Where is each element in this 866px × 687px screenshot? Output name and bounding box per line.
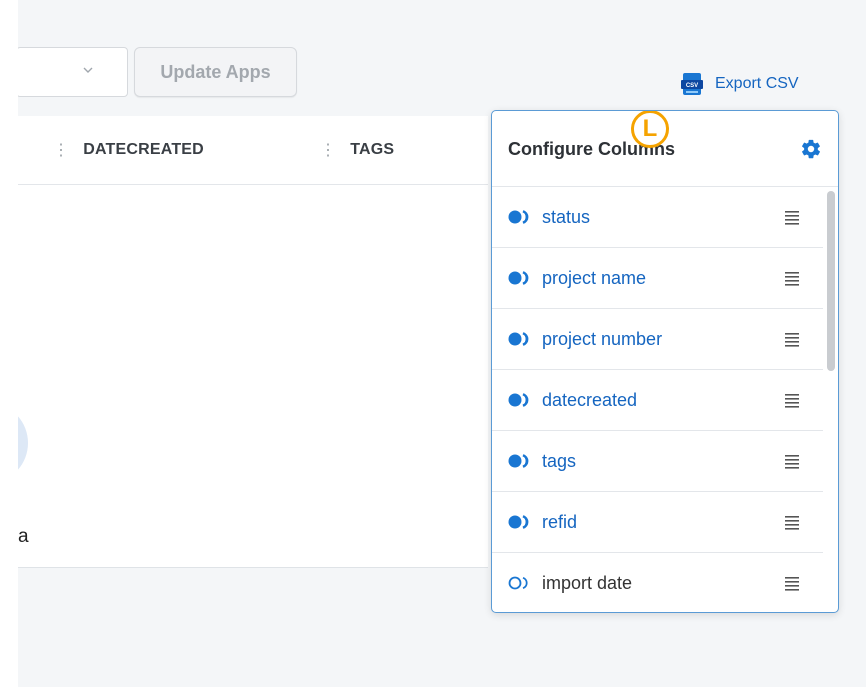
toggle-on-icon[interactable] (508, 515, 538, 529)
gear-icon[interactable] (800, 138, 822, 160)
toggle-on-icon[interactable] (508, 393, 538, 407)
column-config-item[interactable]: project number (492, 309, 823, 370)
column-header-label: DATECREATED (83, 141, 204, 158)
popup-scrollbar[interactable] (827, 191, 835, 371)
drag-handle-icon[interactable] (784, 392, 800, 408)
column-config-item[interactable]: datecreated (492, 370, 823, 431)
column-config-label: datecreated (542, 389, 638, 410)
drag-handle-icon[interactable] (784, 209, 800, 225)
column-menu-icon[interactable]: ⋮ (320, 140, 336, 160)
column-config-item[interactable]: import date (492, 553, 823, 612)
column-header-tags[interactable]: ⋮ TAGS (320, 140, 394, 160)
drag-handle-icon[interactable] (784, 514, 800, 530)
column-list: status project name project number datecrea… (492, 187, 823, 612)
column-header-datecreated[interactable]: ⋮ DATECREATED (53, 140, 204, 160)
drag-handle-icon[interactable] (784, 270, 800, 286)
column-menu-icon[interactable]: ⋮ (53, 140, 69, 160)
table-header: ⋮ DATECREATED ⋮ TAGS (18, 116, 488, 185)
app-select-dropdown[interactable] (18, 47, 128, 97)
column-config-label: project number (542, 328, 663, 349)
column-config-label: project name (542, 267, 647, 288)
empty-state-text: a (18, 526, 29, 547)
column-config-label: refid (542, 511, 578, 532)
update-apps-button[interactable]: Update Apps (134, 47, 297, 97)
toggle-on-icon[interactable] (508, 210, 538, 224)
column-config-item[interactable]: refid (492, 492, 823, 553)
toggle-off-icon[interactable] (508, 576, 538, 590)
svg-text:CSV: CSV (686, 83, 698, 89)
export-csv-link[interactable]: CSV Export CSV (679, 71, 799, 97)
left-margin (0, 0, 18, 687)
column-config-item[interactable]: project name (492, 248, 823, 309)
toggle-on-icon[interactable] (508, 454, 538, 468)
drag-handle-icon[interactable] (784, 453, 800, 469)
toggle-on-icon[interactable] (508, 271, 538, 285)
configure-columns-popup: Configure Columns L status project name pr… (491, 110, 839, 613)
column-config-item[interactable]: status (492, 187, 823, 248)
column-header-label: TAGS (350, 141, 395, 158)
toggle-on-icon[interactable] (508, 332, 538, 346)
csv-file-icon: CSV (681, 73, 703, 95)
column-config-item[interactable]: tags (492, 431, 823, 492)
column-config-label: tags (542, 450, 577, 471)
column-config-label: status (542, 206, 591, 227)
empty-state-illustration (18, 405, 28, 481)
export-csv-label: Export CSV (715, 75, 799, 92)
chevron-down-icon (83, 67, 93, 73)
drag-handle-icon[interactable] (784, 575, 800, 591)
main-content: Update Apps CSV Export CSV ⋮ DATECREATED… (18, 0, 866, 687)
data-table: ⋮ DATECREATED ⋮ TAGS a (18, 116, 488, 568)
drag-handle-icon[interactable] (784, 331, 800, 347)
column-config-label: import date (542, 572, 633, 593)
annotation-marker: L (631, 111, 669, 148)
